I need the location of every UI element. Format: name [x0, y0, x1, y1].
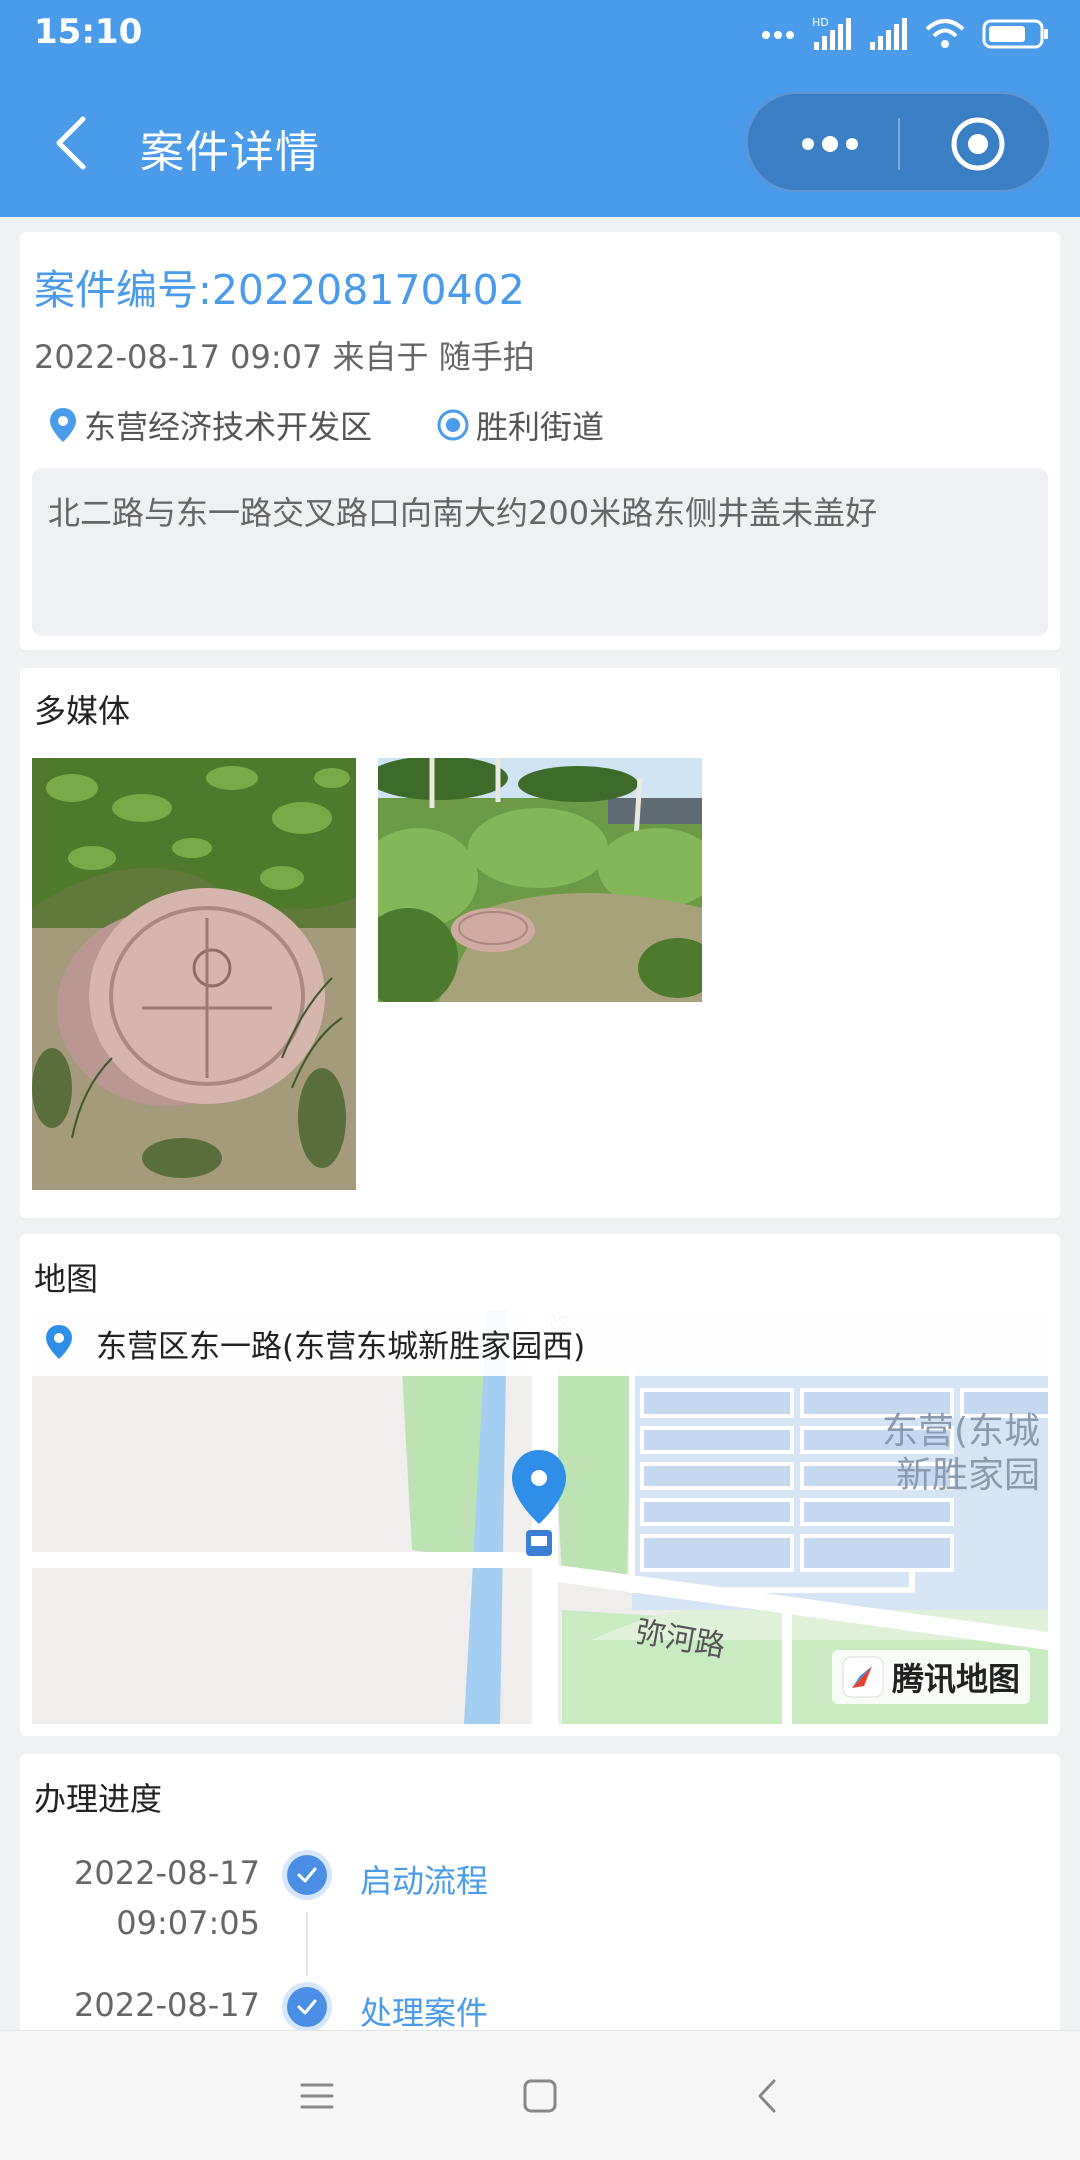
- media-photo-roadside[interactable]: [378, 758, 702, 1002]
- media-photo-manhole[interactable]: [32, 758, 356, 1190]
- street-label: 胜利街道: [476, 408, 605, 446]
- menu-icon: [300, 2083, 334, 2109]
- map-section-title: 地图: [34, 1260, 99, 1298]
- location-row: 东营经济技术开发区 胜利街道: [48, 402, 668, 448]
- location-target-icon: [437, 409, 469, 441]
- system-nav-bar: [0, 2030, 1080, 2160]
- case-info-card: 案件编号:202208170402 2022-08-17 09:07 来自于 随…: [20, 232, 1060, 650]
- map-card: 地图 弥河路 东营(东城 新胜家园 东营区东一路(东营东城新胜家园西) 腾讯地图: [20, 1234, 1060, 1736]
- miniapp-capsule: [746, 92, 1051, 192]
- case-number: 案件编号:202208170402: [34, 266, 525, 314]
- map-address-bar: 东营区东一路(东营东城新胜家园西): [32, 1310, 1048, 1376]
- system-back-button[interactable]: [732, 2061, 802, 2131]
- more-dots-icon: [762, 31, 794, 39]
- target-icon: [951, 117, 1005, 171]
- check-icon: [297, 1867, 317, 1883]
- timeline-date: 2022-08-17: [74, 1854, 260, 1892]
- map-address-text: 东营区东一路(东营东城新胜家园西): [96, 1328, 586, 1365]
- capsule-divider: [898, 118, 900, 170]
- top-bar: 15:10 HD 案件详情: [0, 0, 1080, 217]
- map-provider-logo: 腾讯地图: [832, 1650, 1031, 1704]
- menu-button[interactable]: [282, 2061, 352, 2131]
- timeline-time: 09:07:05: [116, 1904, 260, 1942]
- district-label: 东营经济技术开发区: [84, 408, 373, 446]
- status-icons: HD: [760, 14, 1050, 54]
- case-meta: 2022-08-17 09:07 来自于 随手拍: [34, 338, 535, 376]
- back-chevron-icon: [758, 2079, 776, 2113]
- timeline-step-label[interactable]: 启动流程: [360, 1856, 488, 1902]
- timeline-date: 2022-08-17: [74, 1986, 260, 2024]
- timeline-dot: [282, 1982, 332, 2032]
- back-arrow-icon: [56, 116, 86, 170]
- map-provider-text: 腾讯地图: [892, 1660, 1021, 1698]
- map-pin-icon: [46, 1325, 72, 1359]
- timeline-step-label[interactable]: 处理案件: [360, 1988, 488, 2034]
- case-description: 北二路与东一路交叉路口向南大约200米路东侧井盖未盖好: [32, 468, 1048, 636]
- home-button[interactable]: [505, 2061, 575, 2131]
- home-square-icon: [523, 2079, 557, 2113]
- check-icon: [297, 1999, 317, 2015]
- back-button[interactable]: [40, 108, 100, 178]
- manhole-photo-image: [32, 758, 356, 1190]
- media-card: 多媒体: [20, 668, 1060, 1218]
- more-dots-icon: [802, 136, 858, 152]
- close-miniapp-button[interactable]: [938, 116, 1018, 172]
- signal-icon: [870, 18, 907, 50]
- media-section-title: 多媒体: [34, 692, 131, 730]
- battery-icon: [982, 19, 1048, 49]
- street-tag: 胜利街道: [436, 402, 604, 448]
- more-menu-button[interactable]: [790, 116, 870, 172]
- tencent-map-logo-icon: [842, 1656, 884, 1698]
- map-area-label-2: 新胜家园: [896, 1455, 1041, 1496]
- map-pin-icon: [50, 408, 76, 442]
- hd-label: HD: [812, 16, 829, 29]
- timeline-dot: [282, 1850, 332, 1900]
- page-title: 案件详情: [140, 127, 320, 178]
- timeline-connector: [306, 1912, 308, 1976]
- roadside-photo-image: [378, 758, 702, 1002]
- wifi-icon: [925, 19, 965, 48]
- progress-section-title: 办理进度: [34, 1780, 163, 1818]
- signal-hd-icon: HD: [812, 16, 851, 50]
- map-view[interactable]: 弥河路 东营(东城 新胜家园 路 东营区东一路(东营东城新胜家园西) 腾讯地图: [32, 1310, 1048, 1724]
- district-tag: 东营经济技术开发区: [48, 402, 372, 448]
- status-time: 15:10: [34, 12, 143, 52]
